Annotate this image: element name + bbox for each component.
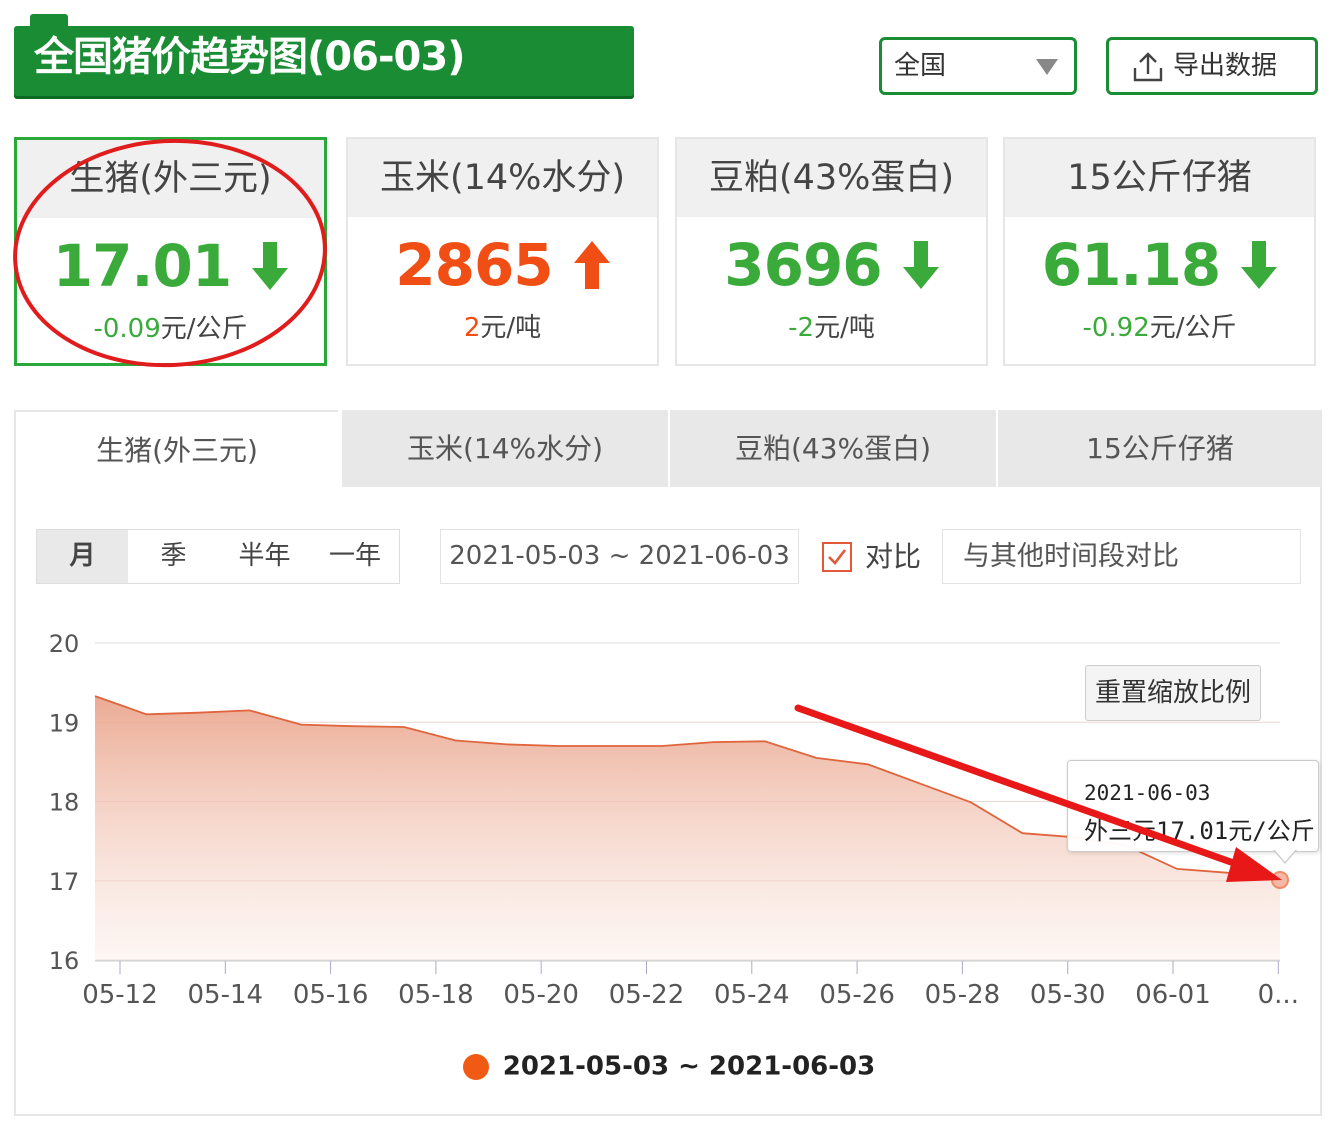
tab-soybean-meal[interactable]: 豆粕(43%蛋白) — [668, 410, 996, 488]
tab-piglet[interactable]: 15公斤仔猪 — [996, 410, 1322, 488]
x-tick-label: 05-26 — [819, 980, 895, 1010]
card-change: 2 — [463, 313, 481, 343]
card-title: 15公斤仔猪 — [1005, 139, 1314, 217]
data-point — [402, 725, 406, 729]
data-point — [196, 711, 200, 715]
data-point — [299, 723, 303, 727]
tooltip-date: 2021-06-03 — [1084, 781, 1211, 805]
card-unit: 元/吨 — [814, 313, 875, 343]
highlight-ellipse-annotation — [13, 138, 327, 368]
data-point — [557, 744, 561, 748]
data-point — [711, 740, 715, 744]
range-year[interactable]: 一年 — [310, 530, 400, 583]
compare-checkbox[interactable] — [822, 542, 852, 572]
card-title: 豆粕(43%蛋白) — [677, 139, 986, 217]
arrow-down-icon — [902, 241, 939, 289]
tab-corn[interactable]: 玉米(14%水分) — [340, 410, 668, 488]
price-card-soybean-meal[interactable]: 豆粕(43%蛋白) 3696 -2元/吨 — [675, 137, 988, 366]
data-point — [93, 694, 97, 698]
data-point — [660, 744, 664, 748]
card-unit: 元/公斤 — [1149, 313, 1237, 343]
chevron-down-icon — [1036, 59, 1058, 75]
range-selector: 月 季 半年 一年 — [36, 529, 400, 584]
chart-tooltip: 2021-06-03 外三元17.01元/公斤 — [1067, 760, 1319, 852]
arrow-up-icon — [573, 241, 610, 289]
data-point — [763, 739, 767, 743]
x-tick-label: 05-24 — [714, 980, 790, 1010]
export-data-button[interactable]: 导出数据 — [1106, 37, 1318, 95]
card-change: -2 — [788, 313, 815, 343]
x-tick-label: 0... — [1258, 980, 1299, 1010]
page-title: 全国猪价趋势图(06-03) — [34, 34, 465, 80]
data-point — [1271, 870, 1289, 889]
card-value: 61.18 — [1041, 231, 1221, 299]
y-tick-label: 19 — [49, 709, 80, 737]
range-half-year[interactable]: 半年 — [219, 530, 310, 583]
x-tick-label: 06-01 — [1135, 980, 1211, 1010]
x-tick-label: 05-20 — [503, 980, 579, 1010]
region-select[interactable]: 全国 — [879, 37, 1077, 95]
range-month[interactable]: 月 — [37, 530, 128, 583]
commodity-tabs: 生猪(外三元) 玉米(14%水分) 豆粕(43%蛋白) 15公斤仔猪 — [14, 410, 1322, 488]
y-tick-label: 20 — [49, 630, 80, 658]
data-point — [454, 738, 458, 742]
export-data-label: 导出数据 — [1173, 51, 1278, 81]
data-point — [505, 742, 509, 746]
data-point — [866, 762, 870, 766]
legend-marker — [462, 1053, 489, 1080]
tooltip-pointer-fill — [1274, 849, 1296, 862]
data-point — [248, 708, 252, 712]
price-card-corn[interactable]: 玉米(14%水分) 2865 2元/吨 — [346, 137, 659, 366]
x-tick-label: 05-22 — [609, 980, 685, 1010]
data-point — [608, 744, 612, 748]
tooltip-value: 外三元17.01元/公斤 — [1084, 817, 1315, 845]
x-tick-label: 05-18 — [398, 980, 474, 1010]
y-tick-label: 16 — [49, 947, 80, 975]
reset-zoom-button[interactable]: 重置缩放比例 — [1085, 665, 1261, 721]
arrow-down-icon — [1241, 241, 1278, 289]
data-point — [969, 800, 973, 804]
data-point — [917, 781, 921, 785]
data-point — [1226, 871, 1230, 875]
data-point — [1175, 867, 1179, 871]
legend-series-label: 2021-05-03 ~ 2021-06-03 — [502, 1051, 876, 1082]
data-point — [351, 724, 355, 728]
chart-legend[interactable]: 2021-05-03 ~ 2021-06-03 — [0, 1040, 1338, 1092]
x-tick-label: 05-12 — [82, 980, 158, 1010]
x-tick-label: 05-14 — [188, 980, 264, 1010]
card-title: 玉米(14%水分) — [348, 139, 657, 217]
card-value: 3696 — [724, 231, 882, 299]
card-value: 2865 — [395, 231, 553, 299]
tab-live-pig[interactable]: 生猪(外三元) — [14, 410, 338, 488]
card-unit: 元/吨 — [480, 313, 542, 343]
y-tick-label: 18 — [49, 789, 80, 817]
data-point — [145, 712, 149, 716]
range-quarter[interactable]: 季 — [128, 530, 219, 583]
card-change: -0.92 — [1082, 313, 1150, 343]
region-select-value: 全国 — [894, 51, 947, 81]
x-tick-label: 05-30 — [1030, 980, 1106, 1010]
date-range-field[interactable]: 2021-05-03 ~ 2021-06-03 — [440, 529, 799, 584]
data-point — [814, 756, 818, 760]
checkmark-icon — [828, 549, 847, 565]
x-tick-label: 05-28 — [925, 980, 1001, 1010]
data-point — [1020, 831, 1024, 835]
compare-period-input[interactable]: 与其他时间段对比 — [942, 529, 1301, 584]
x-tick-label: 05-16 — [293, 980, 369, 1010]
y-tick-label: 17 — [49, 868, 80, 896]
upload-icon — [1133, 52, 1163, 82]
price-card-piglet[interactable]: 15公斤仔猪 61.18 -0.92元/公斤 — [1003, 137, 1316, 366]
compare-label: 对比 — [865, 540, 922, 573]
